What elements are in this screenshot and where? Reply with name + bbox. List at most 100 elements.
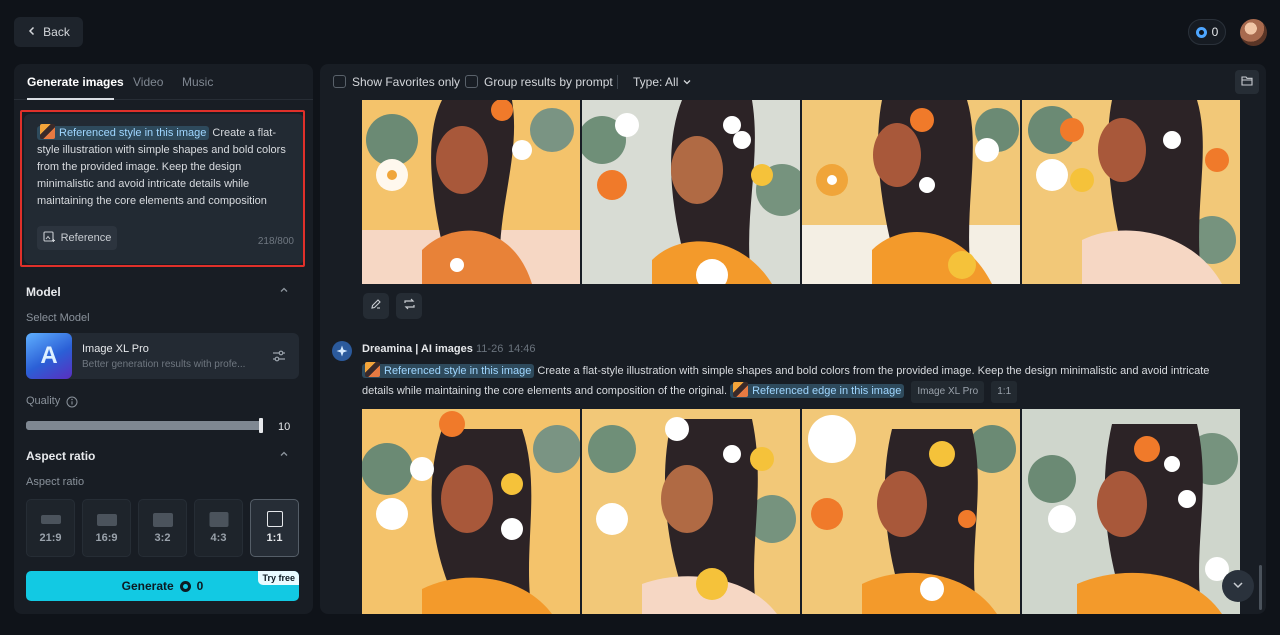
select-model-label: Select Model <box>26 312 90 324</box>
generate-button[interactable]: Generate 0 Try free <box>26 571 299 601</box>
model-selector[interactable]: A Image XL Pro Better generation results… <box>26 333 299 379</box>
result-image[interactable] <box>802 409 1020 614</box>
aspect-ratio-label: Aspect ratio <box>26 476 85 488</box>
result-image[interactable] <box>582 100 800 284</box>
model-thumbnail-glyph: A <box>40 342 58 369</box>
mode-tabs: Generate images Video Music <box>14 64 313 100</box>
edge-reference-chip[interactable]: Referenced edge in this image <box>730 382 905 398</box>
ratio-option-4-3[interactable]: 4:3 <box>194 499 243 557</box>
filter-divider <box>617 75 618 89</box>
ratio-16-9-icon <box>96 514 117 526</box>
regenerate-icon <box>403 297 416 315</box>
model-tag: Image XL Pro <box>911 381 985 403</box>
ratio-tag: 1:1 <box>991 381 1018 403</box>
edit-button[interactable] <box>363 293 389 319</box>
type-dropdown-label: Type: All <box>633 75 679 89</box>
ratio-3-2-icon <box>152 513 173 527</box>
generate-label: Generate <box>121 579 174 593</box>
sliders-icon[interactable] <box>271 348 287 364</box>
favorites-label[interactable]: Show Favorites only <box>352 75 460 89</box>
prompt-input[interactable]: Referenced style in this image Create a … <box>24 114 304 264</box>
ratio-1-1-label: 1:1 <box>266 532 283 544</box>
generate-credits: 0 <box>196 579 204 593</box>
result-time: 14:46 <box>508 343 536 355</box>
group-label[interactable]: Group results by prompt <box>484 75 613 89</box>
regenerate-button[interactable] <box>396 293 422 319</box>
credits-value: 0 <box>1211 25 1219 39</box>
quality-label: Quality <box>26 395 61 407</box>
credits-badge[interactable]: 0 <box>1188 19 1226 45</box>
folder-button[interactable] <box>1235 70 1259 94</box>
scroll-down-button[interactable] <box>1222 570 1254 602</box>
results-panel: Show Favorites only Group results by pro… <box>320 64 1266 614</box>
back-label: Back <box>43 25 70 39</box>
result-date: 11-26 <box>476 343 504 355</box>
reference-button[interactable]: Reference <box>37 226 117 250</box>
prompt-text[interactable]: Referenced style in this image Create a … <box>37 124 294 210</box>
ratio-1-1-icon <box>266 511 283 527</box>
reference-thumbnail <box>733 382 749 397</box>
ratio-4-3-icon <box>209 512 228 527</box>
style-reference-chip[interactable]: Referenced style in this image <box>362 362 535 378</box>
style-reference-label: Referenced style in this image <box>384 365 532 377</box>
result-image[interactable] <box>362 100 580 284</box>
result-image[interactable] <box>1022 409 1240 614</box>
ratio-3-2-label: 3:2 <box>154 532 171 544</box>
generation-panel: Generate images Video Music Referenced s… <box>14 64 313 614</box>
chevron-up-icon[interactable] <box>279 285 289 298</box>
folder-icon <box>1241 73 1253 91</box>
dreamina-logo-icon <box>332 341 352 361</box>
ratio-option-21-9[interactable]: 21:9 <box>26 499 75 557</box>
reference-thumbnail <box>40 124 55 139</box>
ratio-option-3-2[interactable]: 3:2 <box>138 499 187 557</box>
chevron-down-icon <box>682 75 692 89</box>
model-thumbnail: A <box>26 333 72 379</box>
model-description: Better generation results with profe... <box>82 359 246 370</box>
ratio-option-16-9[interactable]: 16:9 <box>82 499 131 557</box>
style-reference-label: Referenced style in this image <box>59 127 207 139</box>
coin-icon <box>1195 26 1207 38</box>
coin-icon <box>179 580 191 592</box>
ratio-4-3-label: 4:3 <box>210 532 227 544</box>
aspect-ratio-options: 21:9 16:9 3:2 4:3 1:1 <box>26 499 299 557</box>
reference-thumbnail <box>365 362 380 377</box>
result-image[interactable] <box>582 409 800 614</box>
active-tab-indicator <box>27 98 114 100</box>
tab-music[interactable]: Music <box>182 75 213 89</box>
result-image[interactable] <box>1022 100 1240 284</box>
chevron-up-icon[interactable] <box>279 449 289 462</box>
result-row-1 <box>362 100 1240 284</box>
back-button[interactable]: Back <box>14 17 83 47</box>
chevron-down-icon <box>1232 577 1244 595</box>
user-avatar[interactable] <box>1240 19 1267 46</box>
group-checkbox[interactable] <box>465 75 478 88</box>
reference-label: Reference <box>60 232 112 244</box>
scrollbar[interactable] <box>1259 565 1262 610</box>
quality-slider[interactable] <box>26 418 263 433</box>
result-source-title: Dreamina | AI images <box>362 343 473 355</box>
aspect-section-title: Aspect ratio <box>26 449 96 463</box>
ratio-16-9-label: 16:9 <box>95 532 118 544</box>
favorites-checkbox[interactable] <box>333 75 346 88</box>
result-row-2 <box>362 409 1240 614</box>
model-name: Image XL Pro <box>82 343 149 355</box>
type-dropdown[interactable]: Type: All <box>633 75 692 89</box>
tab-video[interactable]: Video <box>133 75 163 89</box>
ratio-option-1-1[interactable]: 1:1 <box>250 499 299 557</box>
try-free-badge: Try free <box>258 571 299 585</box>
quality-slider-handle[interactable] <box>259 418 263 433</box>
image-reference-icon <box>43 230 55 246</box>
info-icon[interactable] <box>66 395 78 413</box>
character-counter: 218/800 <box>257 236 294 247</box>
edge-reference-label: Referenced edge in this image <box>752 385 902 397</box>
ratio-21-9-label: 21:9 <box>39 532 62 544</box>
result-image[interactable] <box>362 409 580 614</box>
result-image[interactable] <box>802 100 1020 284</box>
ratio-21-9-icon <box>40 515 61 524</box>
chevron-left-icon <box>27 25 37 39</box>
style-reference-chip[interactable]: Referenced style in this image <box>37 124 210 140</box>
tab-generate-images[interactable]: Generate images <box>27 75 124 89</box>
quality-slider-fill <box>26 421 263 430</box>
result-prompt: Referenced style in this image Create a … <box>362 361 1242 403</box>
model-section-title: Model <box>26 285 61 299</box>
